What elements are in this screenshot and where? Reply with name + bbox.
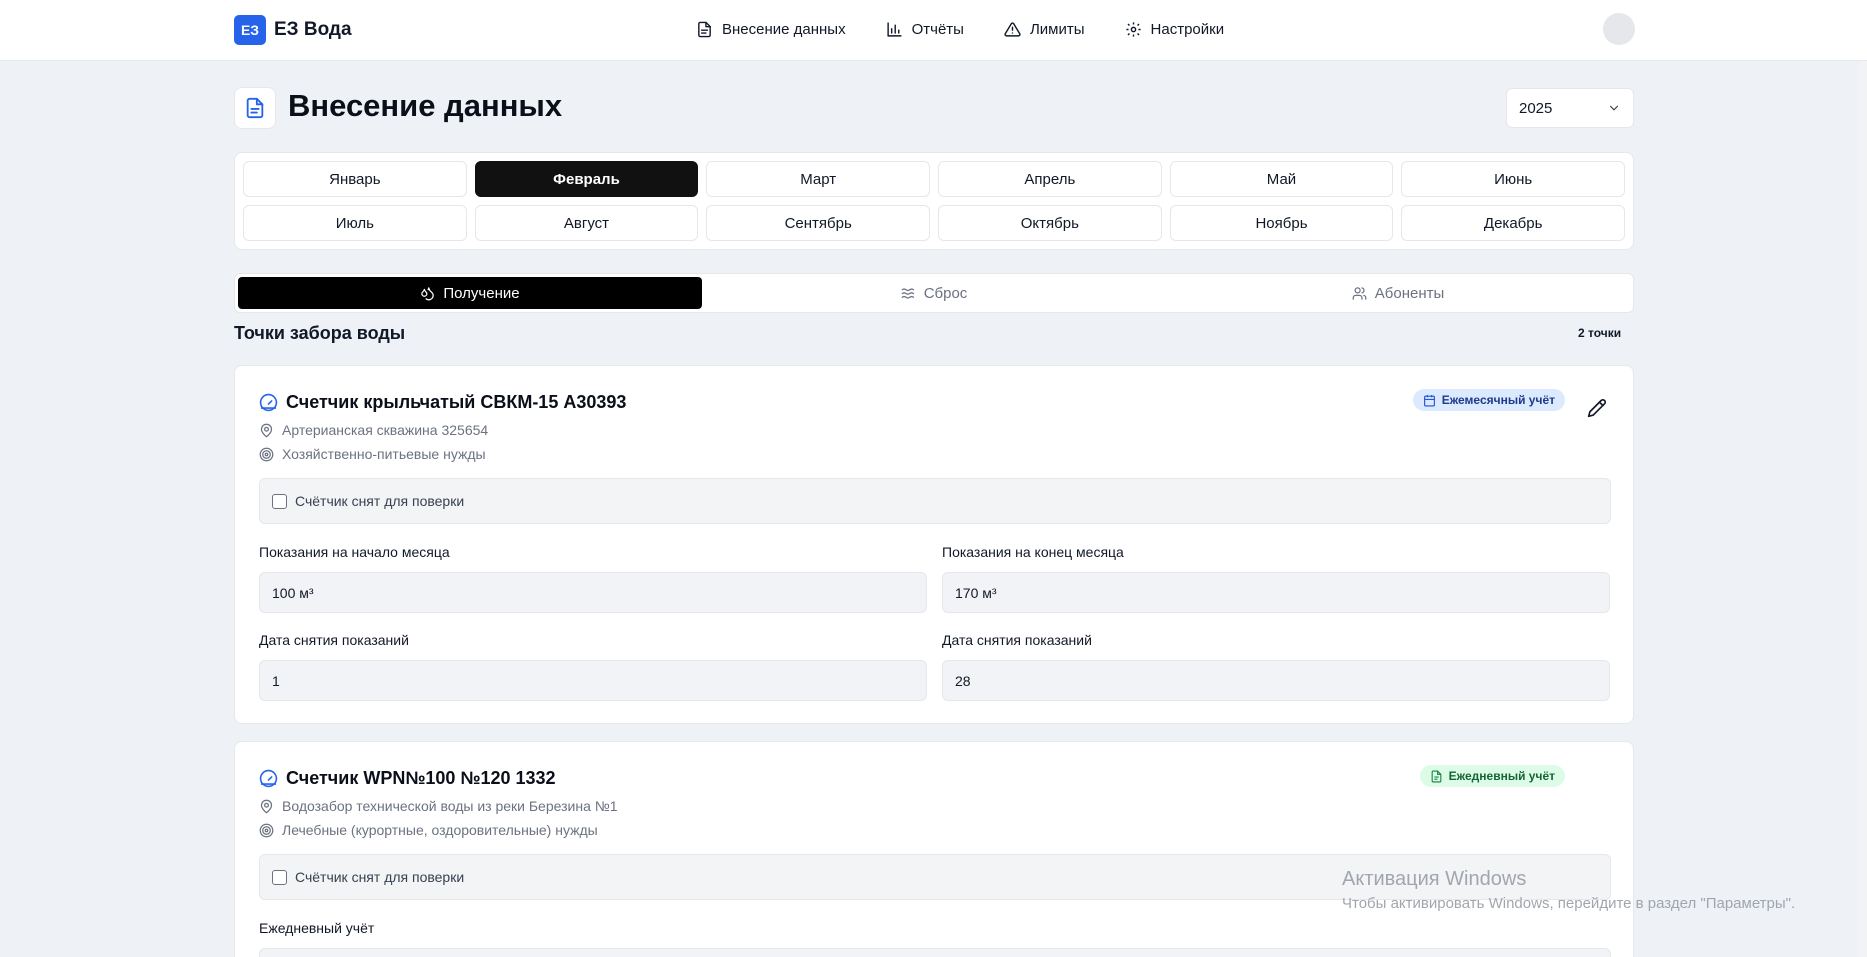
meter-title: Счетчик WPN№100 №120 1332: [286, 768, 556, 788]
waves-icon: [901, 287, 914, 299]
status-badge-label: Ежемесячный учёт: [1441, 393, 1555, 407]
meter-purpose-text: Лечебные (курортные, оздоровительные) ну…: [282, 822, 598, 838]
nav-item-settings[interactable]: Настройки: [1125, 18, 1225, 40]
start-reading-input[interactable]: 100 м³: [259, 572, 927, 613]
nav-label: Настройки: [1150, 20, 1225, 38]
end-date-input[interactable]: 28: [942, 660, 1610, 701]
tab-label: Получение: [443, 284, 520, 302]
month-button[interactable]: Декабрь: [1401, 205, 1625, 241]
meter-purpose-text: Хозяйственно-питьевые нужды: [282, 446, 486, 462]
nav-item-limits[interactable]: Лимиты: [1004, 18, 1085, 40]
daily-accounting-label: Ежедневный учёт: [259, 920, 375, 936]
calendar-icon: [1423, 394, 1435, 406]
target-icon: [259, 823, 274, 837]
status-badge-label: Ежедневный учёт: [1448, 769, 1555, 783]
nav-item-reports[interactable]: Отчёты: [886, 18, 964, 40]
file-text-icon: [698, 21, 711, 37]
page-title: Внесение данных: [288, 88, 563, 123]
month-button[interactable]: Март: [706, 161, 930, 197]
month-button-active[interactable]: Февраль: [474, 161, 699, 197]
card-title-row: Счетчик крыльчатый СВКМ-15 А30393: [259, 392, 626, 413]
tab-bar: Получение Сброс Абоненты: [234, 273, 1634, 313]
section-count: 2 точки: [1578, 326, 1622, 340]
tab-label: Абоненты: [1374, 284, 1445, 302]
meter-card: Счетчик крыльчатый СВКМ-15 А30393 Артери…: [234, 365, 1634, 724]
gear-icon: [1125, 21, 1141, 37]
verification-label: Счётчик снят для поверки: [295, 493, 465, 509]
month-button[interactable]: Сентябрь: [706, 205, 930, 241]
month-button[interactable]: Август: [474, 205, 699, 241]
edit-button[interactable]: [1587, 398, 1607, 418]
month-button[interactable]: Июнь: [1401, 161, 1625, 197]
year-select[interactable]: 2025: [1506, 88, 1634, 128]
start-date-input[interactable]: 1: [259, 660, 927, 701]
card-title-row: Счетчик WPN№100 №120 1332: [259, 768, 556, 789]
tab-intake[interactable]: Получение: [238, 277, 702, 309]
tab-discharge[interactable]: Сброс: [702, 277, 1166, 309]
watermark-subtitle: Чтобы активировать Windows, перейдите в …: [1342, 895, 1796, 912]
nav-label: Лимиты: [1029, 20, 1085, 38]
brand-logo: ЕЗ: [234, 15, 266, 45]
meter-location: Артерианская скважина 325654: [259, 422, 488, 438]
brand[interactable]: ЕЗ ЕЗ Вода: [234, 15, 352, 45]
meter-purpose: Лечебные (курортные, оздоровительные) ну…: [259, 822, 598, 838]
pencil-icon: [1587, 399, 1606, 418]
month-selector: Январь Февраль Март Апрель Май Июнь Июль…: [234, 152, 1634, 250]
month-button[interactable]: Ноябрь: [1169, 205, 1394, 241]
verification-label: Счётчик снят для поверки: [295, 869, 465, 885]
alert-triangle-icon: [1004, 21, 1021, 37]
meter-location: Водозабор технической воды из реки Берез…: [259, 798, 618, 814]
nav-label: Отчёты: [911, 20, 964, 38]
nav-label: Внесение данных: [722, 20, 846, 38]
month-button[interactable]: Июль: [243, 205, 467, 241]
watermark-title: Активация Windows: [1342, 868, 1527, 890]
verification-checkbox[interactable]: [272, 493, 287, 509]
month-button[interactable]: Апрель: [938, 161, 1162, 197]
meter-purpose: Хозяйственно-питьевые нужды: [259, 446, 486, 462]
gauge-icon: [259, 769, 278, 788]
gauge-icon: [259, 393, 278, 412]
end-date-label: Дата снятия показаний: [942, 632, 1092, 648]
nav-item-data-entry[interactable]: Внесение данных: [696, 18, 846, 40]
tab-label: Сброс: [923, 284, 968, 302]
verification-checkbox-row[interactable]: Счётчик снят для поверки: [259, 478, 1611, 524]
users-icon: [1352, 286, 1367, 300]
status-badge: Ежедневный учёт: [1419, 765, 1565, 787]
file-text-icon: [1431, 770, 1442, 782]
main-nav: Внесение данных Отчёты Лимиты Настройки: [696, 18, 1224, 40]
chevron-down-icon: [1609, 105, 1619, 111]
month-button[interactable]: Январь: [243, 161, 467, 197]
meter-card: Счетчик WPN№100 №120 1332 Водозабор техн…: [234, 741, 1634, 957]
end-reading-input[interactable]: 170 м³: [942, 572, 1610, 613]
droplets-icon: [421, 286, 435, 300]
target-icon: [259, 447, 274, 461]
meter-title: Счетчик крыльчатый СВКМ-15 А30393: [286, 392, 627, 412]
status-badge: Ежемесячный учёт: [1412, 389, 1565, 411]
start-reading-label: Показания на начало месяца: [259, 544, 450, 560]
verification-checkbox[interactable]: [272, 869, 287, 885]
meter-location-text: Водозабор технической воды из реки Берез…: [282, 798, 618, 814]
brand-name: ЕЗ Вода: [274, 19, 352, 40]
map-pin-icon: [260, 799, 273, 814]
map-pin-icon: [260, 423, 273, 438]
file-text-icon: [246, 97, 264, 119]
month-button[interactable]: Октябрь: [938, 205, 1162, 241]
start-date-label: Дата снятия показаний: [259, 632, 409, 648]
scrollbar[interactable]: [1859, 61, 1867, 957]
page-icon: [234, 87, 276, 129]
end-reading-label: Показания на конец месяца: [942, 544, 1124, 560]
daily-accounting-input[interactable]: [259, 948, 1611, 957]
bar-chart-icon: [887, 21, 902, 37]
section-title: Точки забора воды: [234, 323, 406, 343]
windows-activation-watermark: Активация Windows Чтобы активировать Win…: [1342, 868, 1795, 912]
month-button[interactable]: Май: [1169, 161, 1394, 197]
top-bar: ЕЗ ЕЗ Вода Внесение данных Отчёты Лимиты…: [0, 0, 1867, 61]
avatar[interactable]: [1603, 13, 1635, 45]
tab-subscribers[interactable]: Абоненты: [1166, 277, 1630, 309]
meter-location-text: Артерианская скважина 325654: [282, 422, 489, 438]
year-select-value: 2025: [1519, 99, 1553, 117]
